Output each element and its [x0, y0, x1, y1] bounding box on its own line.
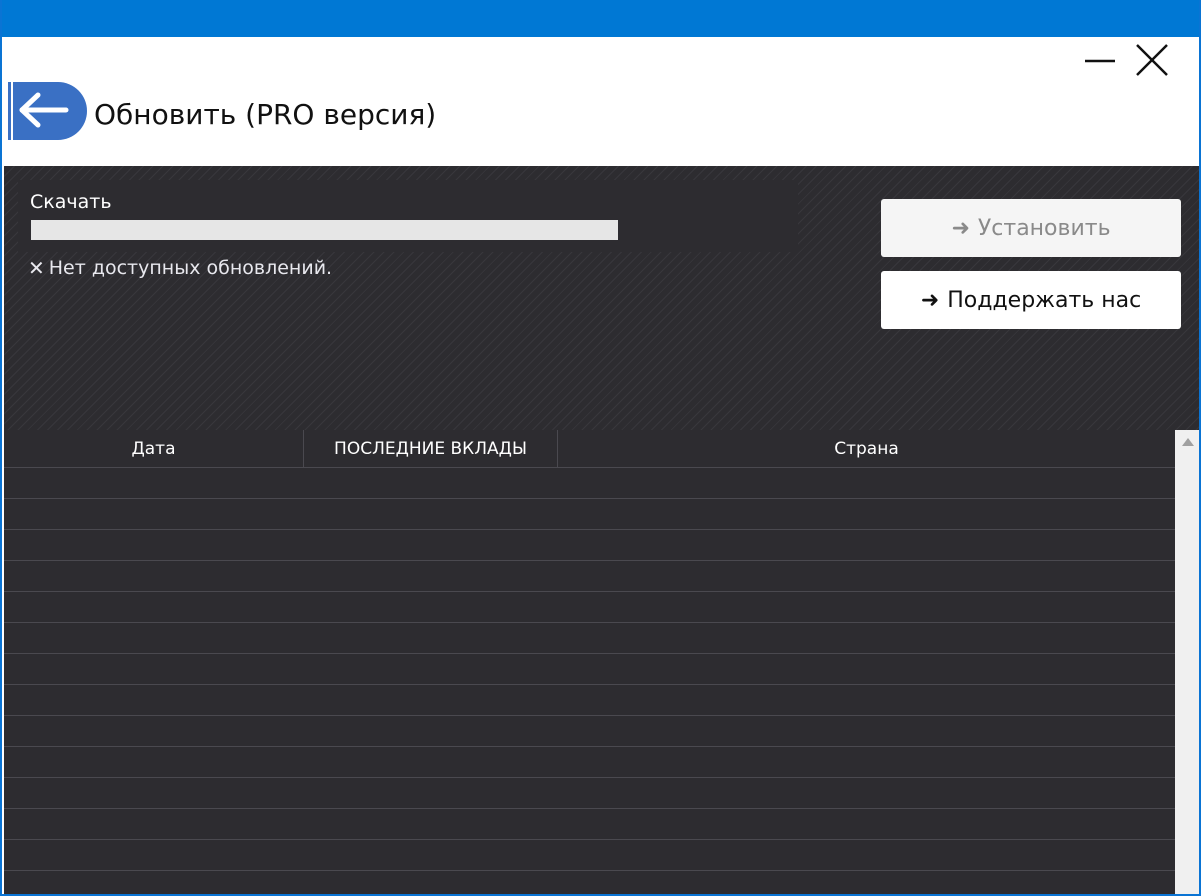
close-icon — [1136, 44, 1168, 76]
download-progress-bar — [31, 220, 618, 240]
status-line: ✕ Нет доступных обновлений. — [28, 256, 332, 280]
table-row[interactable] — [4, 840, 1175, 871]
install-button[interactable]: ➜ Установить — [881, 199, 1181, 257]
scroll-up-icon[interactable] — [1182, 438, 1194, 446]
table-row[interactable] — [4, 747, 1175, 778]
table-row[interactable] — [4, 592, 1175, 623]
status-text: Нет доступных обновлений. — [48, 257, 333, 279]
app-window: Обновить (PRO версия) Скачать ✕ Нет дост… — [0, 0, 1201, 896]
contributions-table[interactable]: Дата ПОСЛЕДНИЕ ВКЛАДЫ Страна — [4, 430, 1175, 894]
arrow-right-icon: ➜ — [951, 215, 970, 241]
table-row[interactable] — [4, 716, 1175, 747]
table-row[interactable] — [4, 809, 1175, 840]
title-bar[interactable] — [2, 0, 1199, 37]
x-icon: ✕ — [28, 256, 45, 280]
page-title: Обновить (PRO версия) — [94, 98, 437, 131]
download-label: Скачать — [30, 191, 112, 213]
table-row[interactable] — [4, 654, 1175, 685]
table-row[interactable] — [4, 468, 1175, 499]
table-scrollbar[interactable] — [1175, 430, 1199, 894]
table-row[interactable] — [4, 685, 1175, 716]
arrow-right-icon: ➜ — [920, 287, 940, 313]
arrow-left-icon — [8, 82, 87, 140]
download-box — [18, 180, 798, 252]
table-row[interactable] — [4, 499, 1175, 530]
column-header-country[interactable]: Страна — [558, 430, 1175, 467]
support-label: Поддержать нас — [947, 287, 1142, 313]
column-header-contributions[interactable]: ПОСЛЕДНИЕ ВКЛАДЫ — [304, 430, 558, 467]
table-row[interactable] — [4, 530, 1175, 561]
column-header-date[interactable]: Дата — [4, 430, 304, 467]
minimize-button[interactable] — [1080, 40, 1120, 80]
minimize-icon — [1085, 59, 1115, 63]
back-button[interactable] — [8, 82, 88, 140]
install-label: Установить — [977, 215, 1111, 241]
table-row[interactable] — [4, 623, 1175, 654]
table-header: Дата ПОСЛЕДНИЕ ВКЛАДЫ Страна — [4, 430, 1175, 468]
table-row[interactable] — [4, 561, 1175, 592]
table-row[interactable] — [4, 778, 1175, 809]
support-button[interactable]: ➜ Поддержать нас — [881, 271, 1181, 329]
table-row[interactable] — [4, 871, 1175, 894]
close-button[interactable] — [1132, 40, 1172, 80]
